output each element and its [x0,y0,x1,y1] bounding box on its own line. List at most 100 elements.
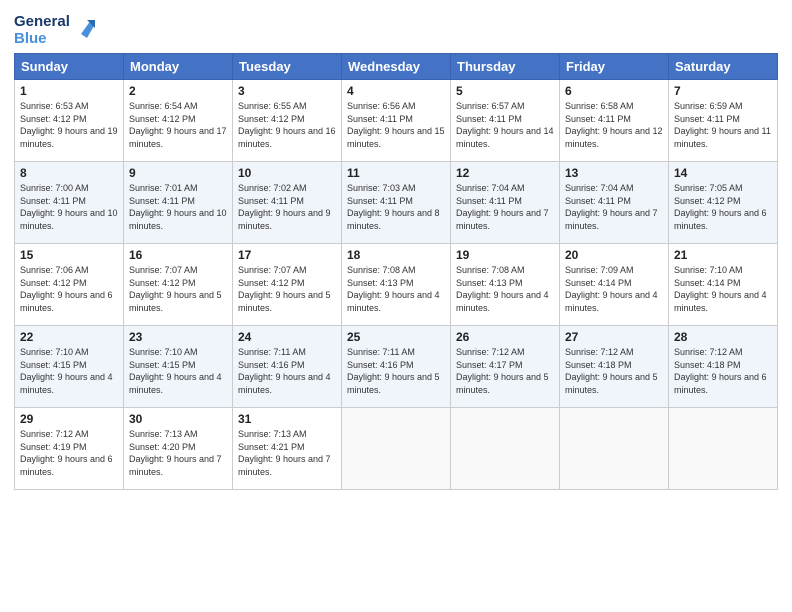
day-number: 24 [238,330,336,344]
day-info: Sunrise: 7:04 AMSunset: 4:11 PMDaylight:… [456,182,554,232]
calendar-cell [560,408,669,490]
calendar-cell: 19 Sunrise: 7:08 AMSunset: 4:13 PMDayligh… [451,244,560,326]
day-number: 10 [238,166,336,180]
day-number: 9 [129,166,227,180]
day-header-wednesday: Wednesday [342,54,451,80]
day-number: 11 [347,166,445,180]
day-info: Sunrise: 6:59 AMSunset: 4:11 PMDaylight:… [674,100,772,150]
day-info: Sunrise: 7:13 AMSunset: 4:21 PMDaylight:… [238,428,336,478]
day-number: 4 [347,84,445,98]
calendar-week-3: 15 Sunrise: 7:06 AMSunset: 4:12 PMDayligh… [15,244,778,326]
day-info: Sunrise: 7:06 AMSunset: 4:12 PMDaylight:… [20,264,118,314]
day-number: 3 [238,84,336,98]
page-container: General Blue SundayMondayTuesdayWednesda… [0,0,792,500]
day-header-tuesday: Tuesday [233,54,342,80]
day-number: 18 [347,248,445,262]
calendar-cell: 29 Sunrise: 7:12 AMSunset: 4:19 PMDayligh… [15,408,124,490]
calendar-cell: 21Sunrise: 7:10 AMSunset: 4:14 PMDayligh… [669,244,778,326]
calendar-cell: 5 Sunrise: 6:57 AMSunset: 4:11 PMDaylight… [451,80,560,162]
day-number: 13 [565,166,663,180]
calendar-cell: 10 Sunrise: 7:02 AMSunset: 4:11 PMDayligh… [233,162,342,244]
day-number: 17 [238,248,336,262]
day-number: 1 [20,84,118,98]
logo: General Blue [14,14,95,47]
calendar-cell: 24 Sunrise: 7:11 AMSunset: 4:16 PMDayligh… [233,326,342,408]
day-info: Sunrise: 7:03 AMSunset: 4:11 PMDaylight:… [347,182,445,232]
calendar-cell: 18 Sunrise: 7:08 AMSunset: 4:13 PMDayligh… [342,244,451,326]
calendar-cell: 14Sunrise: 7:05 AMSunset: 4:12 PMDayligh… [669,162,778,244]
day-number: 21 [674,248,772,262]
calendar-cell: 8 Sunrise: 7:00 AMSunset: 4:11 PMDaylight… [15,162,124,244]
day-number: 16 [129,248,227,262]
day-info: Sunrise: 6:53 AMSunset: 4:12 PMDaylight:… [20,100,118,150]
day-number: 8 [20,166,118,180]
calendar-cell: 4 Sunrise: 6:56 AMSunset: 4:11 PMDaylight… [342,80,451,162]
day-info: Sunrise: 7:00 AMSunset: 4:11 PMDaylight:… [20,182,118,232]
day-info: Sunrise: 7:08 AMSunset: 4:13 PMDaylight:… [456,264,554,314]
day-info: Sunrise: 7:10 AMSunset: 4:15 PMDaylight:… [20,346,118,396]
day-info: Sunrise: 7:08 AMSunset: 4:13 PMDaylight:… [347,264,445,314]
calendar-cell: 22Sunrise: 7:10 AMSunset: 4:15 PMDayligh… [15,326,124,408]
day-info: Sunrise: 6:56 AMSunset: 4:11 PMDaylight:… [347,100,445,150]
calendar-cell: 27 Sunrise: 7:12 AMSunset: 4:18 PMDayligh… [560,326,669,408]
day-header-saturday: Saturday [669,54,778,80]
calendar-cell: 13 Sunrise: 7:04 AMSunset: 4:11 PMDayligh… [560,162,669,244]
calendar-week-4: 22Sunrise: 7:10 AMSunset: 4:15 PMDayligh… [15,326,778,408]
day-info: Sunrise: 7:05 AMSunset: 4:12 PMDaylight:… [674,182,772,232]
day-number: 5 [456,84,554,98]
day-info: Sunrise: 6:57 AMSunset: 4:11 PMDaylight:… [456,100,554,150]
calendar-cell: 12 Sunrise: 7:04 AMSunset: 4:11 PMDayligh… [451,162,560,244]
calendar-table: SundayMondayTuesdayWednesdayThursdayFrid… [14,53,778,490]
day-header-monday: Monday [124,54,233,80]
calendar-cell: 1 Sunrise: 6:53 AMSunset: 4:12 PMDaylight… [15,80,124,162]
day-number: 26 [456,330,554,344]
calendar-cell: 20Sunrise: 7:09 AMSunset: 4:14 PMDayligh… [560,244,669,326]
calendar-cell: 17Sunrise: 7:07 AMSunset: 4:12 PMDayligh… [233,244,342,326]
day-info: Sunrise: 7:07 AMSunset: 4:12 PMDaylight:… [129,264,227,314]
calendar-cell: 6 Sunrise: 6:58 AMSunset: 4:11 PMDaylight… [560,80,669,162]
day-info: Sunrise: 7:12 AMSunset: 4:18 PMDaylight:… [565,346,663,396]
day-number: 7 [674,84,772,98]
header: General Blue [14,10,778,47]
day-info: Sunrise: 6:55 AMSunset: 4:12 PMDaylight:… [238,100,336,150]
calendar-week-1: 1 Sunrise: 6:53 AMSunset: 4:12 PMDaylight… [15,80,778,162]
day-number: 6 [565,84,663,98]
day-number: 28 [674,330,772,344]
logo-text-general: General [14,14,70,31]
day-header-sunday: Sunday [15,54,124,80]
calendar-week-5: 29 Sunrise: 7:12 AMSunset: 4:19 PMDayligh… [15,408,778,490]
day-number: 29 [20,412,118,426]
logo-icon [73,16,95,38]
day-info: Sunrise: 7:02 AMSunset: 4:11 PMDaylight:… [238,182,336,232]
day-info: Sunrise: 7:11 AMSunset: 4:16 PMDaylight:… [347,346,445,396]
day-number: 31 [238,412,336,426]
calendar-cell: 7 Sunrise: 6:59 AMSunset: 4:11 PMDaylight… [669,80,778,162]
calendar-cell: 31 Sunrise: 7:13 AMSunset: 4:21 PMDayligh… [233,408,342,490]
day-info: Sunrise: 7:13 AMSunset: 4:20 PMDaylight:… [129,428,227,478]
day-number: 25 [347,330,445,344]
day-info: Sunrise: 7:12 AMSunset: 4:18 PMDaylight:… [674,346,772,396]
day-info: Sunrise: 6:58 AMSunset: 4:11 PMDaylight:… [565,100,663,150]
calendar-cell: 9Sunrise: 7:01 AMSunset: 4:11 PMDaylight… [124,162,233,244]
calendar-cell: 26Sunrise: 7:12 AMSunset: 4:17 PMDayligh… [451,326,560,408]
day-number: 19 [456,248,554,262]
day-info: Sunrise: 6:54 AMSunset: 4:12 PMDaylight:… [129,100,227,150]
calendar-cell: 30 Sunrise: 7:13 AMSunset: 4:20 PMDayligh… [124,408,233,490]
day-number: 2 [129,84,227,98]
day-number: 15 [20,248,118,262]
day-info: Sunrise: 7:04 AMSunset: 4:11 PMDaylight:… [565,182,663,232]
day-number: 30 [129,412,227,426]
day-number: 27 [565,330,663,344]
day-header-thursday: Thursday [451,54,560,80]
day-number: 23 [129,330,227,344]
day-info: Sunrise: 7:12 AMSunset: 4:19 PMDaylight:… [20,428,118,478]
day-info: Sunrise: 7:11 AMSunset: 4:16 PMDaylight:… [238,346,336,396]
calendar-cell: 16 Sunrise: 7:07 AMSunset: 4:12 PMDayligh… [124,244,233,326]
calendar-cell [451,408,560,490]
day-number: 12 [456,166,554,180]
logo-text-blue: Blue [14,31,70,48]
calendar-cell [669,408,778,490]
day-info: Sunrise: 7:09 AMSunset: 4:14 PMDaylight:… [565,264,663,314]
calendar-cell: 15 Sunrise: 7:06 AMSunset: 4:12 PMDayligh… [15,244,124,326]
calendar-cell: 25 Sunrise: 7:11 AMSunset: 4:16 PMDayligh… [342,326,451,408]
